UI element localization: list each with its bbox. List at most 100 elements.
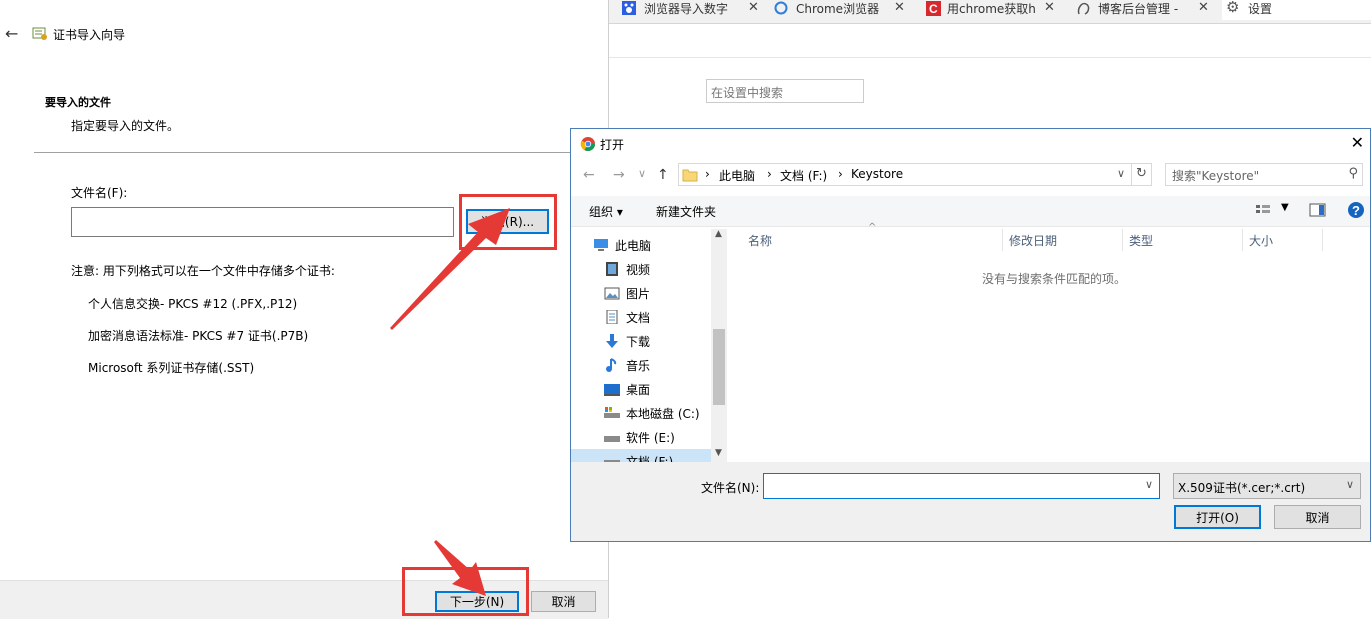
breadcrumb-item[interactable]: Keystore [851,167,903,181]
browser-tab-active[interactable]: ⚙ 设置 [1222,0,1371,20]
cancel-button[interactable]: 取消 [531,591,596,612]
csdn-logo-icon: C [926,1,941,16]
drive-icon [604,436,620,442]
divider [1131,164,1132,185]
new-folder-button[interactable]: 新建文件夹 [656,203,716,220]
scrollbar-thumb[interactable] [713,329,725,405]
close-icon[interactable]: ✕ [1351,133,1364,152]
blog-logo-icon [774,1,788,15]
tree-scrollbar[interactable]: ▲ ▼ [711,229,727,462]
search-icon: ⚲ [1348,166,1358,181]
tree-label: 桌面 [626,382,651,397]
address-dropdown-icon[interactable]: ∨ [1117,167,1125,180]
view-dropdown-icon[interactable]: ▼ [1281,202,1289,213]
open-button[interactable]: 打开(O) [1174,505,1261,529]
column-header-modified[interactable]: 修改日期 [1003,229,1123,251]
scroll-down-icon[interactable]: ▼ [715,448,722,458]
tab-label: Chrome浏览器 [796,2,880,16]
browser-tab[interactable]: Chrome浏览器 ✕ [770,0,916,18]
tab-label: 设置 [1248,2,1273,16]
tree-item-downloads[interactable]: 下载 [604,329,650,353]
drive-icon [604,460,620,462]
settings-search-input[interactable]: 在设置中搜索 [706,79,864,103]
dialog-bottom-panel: 文件名(N): ∨ X.509证书(*.cer;*.crt) ∨ 打开(O) 取… [571,462,1370,541]
preview-pane-icon[interactable] [1309,203,1327,217]
scroll-up-icon[interactable]: ▲ [715,229,722,239]
help-icon[interactable]: ? [1347,201,1365,219]
tree-item-drive-f[interactable]: 文档 (F:) [571,449,711,462]
column-header-size[interactable]: 大小 [1243,229,1323,251]
tree-label: 此电脑 [615,238,652,253]
tab-close-icon[interactable]: ✕ [894,0,905,15]
dialog-filename-label: 文件名(N): [701,481,760,495]
filename-input[interactable] [71,207,454,237]
annotation-box [402,567,529,616]
breadcrumb-item[interactable]: 此电脑 [719,167,755,184]
document-icon [606,310,618,324]
tree-label: 下载 [626,334,651,349]
tree-label: 图片 [626,286,651,301]
tree-item-music[interactable]: 音乐 [604,353,650,377]
chrome-logo-icon [580,137,595,151]
tree-item-this-pc[interactable]: 此电脑 [593,233,651,257]
tree-item-pictures[interactable]: 图片 [604,281,650,305]
tree-item-drive-c[interactable]: 本地磁盘 (C:) [604,401,700,425]
command-bar: 组织 ▾ 新建文件夹 ▼ ? [571,196,1370,227]
note-text: 注意: 用下列格式可以在一个文件中存储多个证书: [71,264,335,278]
divider [34,152,597,153]
chevron-down-icon[interactable]: ∨ [1145,478,1153,491]
format-item: 加密消息语法标准- PKCS #7 证书(.P7B) [88,329,309,343]
tree-item-desktop[interactable]: 桌面 [604,377,650,401]
open-file-dialog: 打开 ✕ ← → ∨ ↑ › 此电脑 › 文档 (F:) › Keystore … [570,128,1371,542]
view-options-icon[interactable] [1255,204,1273,217]
up-icon[interactable]: ↑ [657,167,669,183]
tab-label: 用chrome获取h [947,2,1036,16]
search-input[interactable]: 搜索"Keystore" ⚲ [1165,163,1363,186]
tree-label: 音乐 [626,358,651,373]
back-icon[interactable]: ← [583,167,595,183]
certificate-import-wizard: ← 证书导入向导 要导入的文件 指定要导入的文件。 文件名(F): 浏览(R).… [0,0,609,618]
wizard-title: 证书导入向导 [53,28,126,42]
computer-icon [594,239,608,251]
format-item: Microsoft 系列证书存储(.SST) [88,361,255,375]
section-subtitle: 指定要导入的文件。 [71,119,180,133]
tree-item-drive-e[interactable]: 软件 (E:) [604,425,675,449]
blog-admin-icon [1077,2,1090,15]
file-type-select[interactable]: X.509证书(*.cer;*.crt) ∨ [1173,473,1361,499]
tree-item-documents[interactable]: 文档 [604,305,650,329]
column-header-name[interactable]: 名称 [742,229,1003,251]
navigation-pane: 此电脑 视频 图片 文档 下载 音乐 桌面 本地磁盘 (C:) 软件 (E:) … [571,229,711,462]
breadcrumb-item[interactable]: 文档 (F:) [780,167,827,184]
folder-icon [682,169,698,182]
address-bar[interactable]: › 此电脑 › 文档 (F:) › Keystore ∨ ↻ [678,163,1152,186]
browser-tab[interactable]: C 用chrome获取h ✕ [922,0,1070,18]
svg-text:?: ? [1352,203,1360,218]
tree-label: 本地磁盘 (C:) [626,406,700,421]
tree-label: 软件 (E:) [626,430,675,445]
back-arrow-icon[interactable]: ← [5,24,18,43]
tree-item-videos[interactable]: 视频 [604,257,650,281]
breadcrumb-separator-icon: › [838,167,843,181]
tree-label: 视频 [626,262,651,277]
tab-close-icon[interactable]: ✕ [748,0,759,15]
recent-dropdown-icon[interactable]: ∨ [638,167,646,180]
organize-menu[interactable]: 组织 ▾ [589,203,623,220]
column-header-type[interactable]: 类型 [1123,229,1243,251]
breadcrumb-separator-icon: › [767,167,772,181]
section-title: 要导入的文件 [45,96,111,109]
certificate-icon [32,27,47,40]
browser-tab[interactable]: 浏览器导入数字 ✕ [614,0,764,18]
dialog-cancel-button[interactable]: 取消 [1274,505,1361,529]
annotation-box [459,194,557,250]
tab-label: 浏览器导入数字 [644,2,729,16]
tab-close-icon[interactable]: ✕ [1044,0,1055,15]
refresh-icon[interactable]: ↻ [1136,166,1147,181]
drive-icon [604,407,620,418]
dialog-title: 打开 [600,138,625,152]
chrome-toolbar [608,23,1371,58]
dialog-filename-input[interactable]: ∨ [763,473,1160,499]
forward-icon[interactable]: → [613,167,625,183]
file-type-value: X.509证书(*.cer;*.crt) [1178,481,1306,495]
tab-close-icon[interactable]: ✕ [1198,0,1209,15]
browser-tab[interactable]: 博客后台管理 - ✕ [1074,0,1220,18]
